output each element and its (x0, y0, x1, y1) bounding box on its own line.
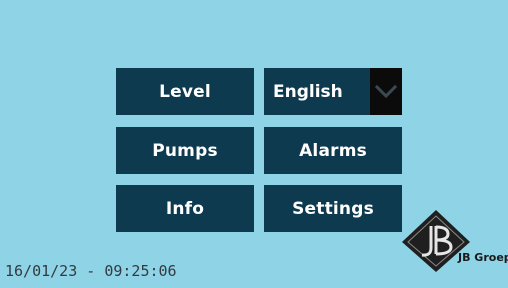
info-button-label: Info (165, 198, 205, 219)
pumps-button-label: Pumps (152, 140, 218, 161)
jb-groep-logo (402, 210, 470, 272)
alarms-button[interactable]: Alarms (264, 127, 402, 174)
settings-button[interactable]: Settings (264, 185, 402, 232)
main-menu-screen: Level English Pumps Alarms Info Settings… (0, 0, 508, 288)
datetime-display: 16/01/23 - 09:25:06 (5, 262, 177, 280)
settings-button-label: Settings (292, 198, 374, 219)
chevron-down-icon (375, 84, 397, 98)
level-button[interactable]: Level (116, 68, 254, 115)
info-button[interactable]: Info (116, 185, 254, 232)
language-dropdown-toggle[interactable] (370, 68, 402, 115)
logo-text: JB Groep (458, 251, 508, 264)
language-selected-value: English (273, 81, 343, 102)
pumps-button[interactable]: Pumps (116, 127, 254, 174)
language-select[interactable]: English (264, 68, 402, 115)
alarms-button-label: Alarms (299, 140, 367, 161)
level-button-label: Level (159, 81, 211, 102)
